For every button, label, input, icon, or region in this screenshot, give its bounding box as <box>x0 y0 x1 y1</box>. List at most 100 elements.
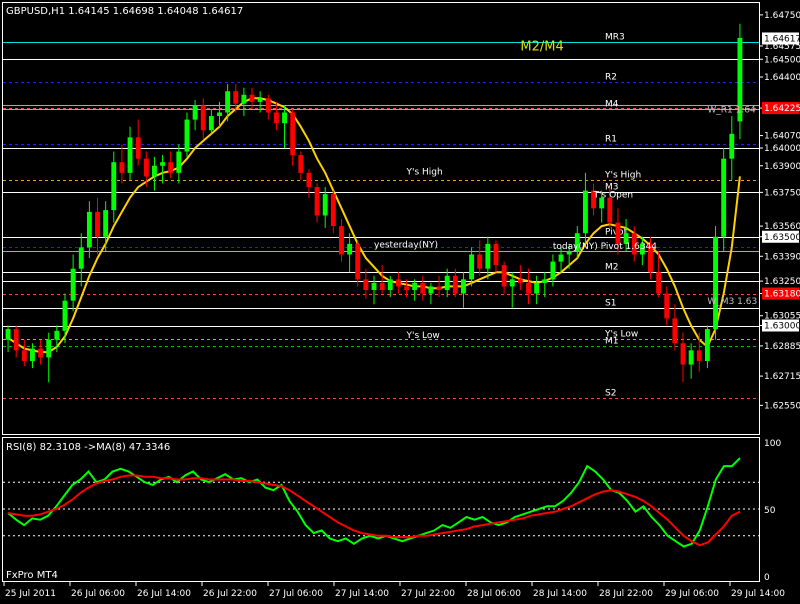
rsi-ma-line <box>7 474 741 547</box>
price-tick-label: 1.64070 <box>764 132 800 142</box>
price-highlight-label: 1.64225 <box>764 104 800 114</box>
price-tick-label: 1.63750 <box>764 188 800 198</box>
footer-label: FxPro MT4 <box>6 570 58 581</box>
candle-body <box>160 162 166 166</box>
candle-body <box>493 243 499 266</box>
candle-body <box>54 330 60 340</box>
annotation-label: today(NY) Pivot 1.6344 <box>553 242 657 252</box>
candle-body <box>339 226 344 255</box>
candle-body <box>615 222 621 244</box>
candle-body <box>314 187 320 216</box>
candle-body <box>127 137 133 173</box>
candle-body <box>70 268 76 301</box>
candle-body <box>103 210 109 237</box>
level-lines: MR3R2M4R1Y's HighM3PivotM2S1Y's LowM1S2 <box>3 33 759 399</box>
candle-body <box>436 286 442 290</box>
price-tick-label: 1.64400 <box>764 73 800 83</box>
candle-body <box>298 155 304 173</box>
candle-body <box>501 265 507 287</box>
candle-body <box>282 112 287 124</box>
candle-body <box>111 162 117 211</box>
candle-body <box>233 91 239 104</box>
level-label: MR3 <box>605 33 625 43</box>
candle-body <box>582 190 588 234</box>
candle-body <box>688 350 694 365</box>
price-highlight-label: 1.63000 <box>764 322 800 332</box>
candle-body <box>379 282 385 290</box>
annotation-label: T's Open <box>593 191 634 201</box>
ma-line <box>7 97 741 354</box>
level-label: Y's High <box>604 171 641 181</box>
price-tick-label: 1.62715 <box>764 372 800 382</box>
candle-body <box>225 91 231 113</box>
candle-body <box>664 293 670 319</box>
candle-body <box>371 282 377 290</box>
candle-body <box>217 112 222 117</box>
candle-body <box>192 105 198 120</box>
candle-body <box>5 329 11 340</box>
candle-body <box>273 112 279 124</box>
time-tick-label: 27 Jul 14:00 <box>335 589 389 599</box>
candle-body <box>347 243 353 255</box>
candle-body <box>208 116 214 131</box>
price-axis: 1.647501.645751.645001.644001.642251.640… <box>759 11 800 411</box>
price-tick-label: 1.64750 <box>764 11 800 21</box>
candle-body <box>428 286 434 294</box>
candle-body <box>119 162 125 173</box>
candle-body <box>21 350 27 361</box>
chart-root[interactable]: MR3R2M4R1Y's HighM3PivotM2S1Y's LowM1S2 … <box>0 0 800 600</box>
candle-body <box>363 279 369 290</box>
candle-body <box>404 286 409 290</box>
price-tick-label: 1.63560 <box>764 222 800 232</box>
candle-body <box>135 137 141 159</box>
chart-title: GBPUSD,H1 1.64145 1.64698 1.64048 1.6461… <box>6 6 243 17</box>
candle-body <box>265 98 271 113</box>
chart-svg: MR3R2M4R1Y's HighM3PivotM2S1Y's LowM1S2 … <box>2 2 800 599</box>
candle-body <box>168 162 174 173</box>
rsi-tick-label: 100 <box>764 439 781 449</box>
price-tick-label: 1.64000 <box>764 144 800 154</box>
candle-body <box>526 282 531 294</box>
candle-body <box>322 194 328 216</box>
annotation-label: W_M3 1.63 <box>707 297 757 307</box>
time-tick-label: 29 Jul 14:00 <box>731 589 785 599</box>
rsi-title: RSI(8) 82.3108 ->MA(8) 47.3346 <box>6 442 170 453</box>
candle-body <box>355 243 361 280</box>
candle-body <box>607 197 613 223</box>
annotation-label: yesterday(NY) <box>374 240 438 250</box>
level-label: M1 <box>605 337 619 347</box>
level-label: M2 <box>605 263 619 273</box>
candle-body <box>713 236 718 330</box>
candle-body <box>200 105 206 131</box>
candle-body <box>534 282 540 294</box>
candle-body <box>729 133 735 159</box>
candle-body <box>542 279 548 283</box>
time-tick-label: 25 Jul 2011 <box>5 589 56 599</box>
price-tick-label: 1.62550 <box>764 401 800 411</box>
candle-body <box>444 275 450 290</box>
candle-body <box>387 279 393 290</box>
level-label: R2 <box>605 73 617 83</box>
price-tick-label: 1.63390 <box>764 252 800 262</box>
time-tick-label: 27 Jul 22:00 <box>401 589 455 599</box>
price-frame <box>2 2 760 435</box>
annotation-label: Y's High <box>406 168 443 178</box>
candle-body <box>290 112 296 156</box>
candle-body <box>412 282 418 290</box>
candle-body <box>469 254 475 280</box>
time-tick-label: 27 Jul 06:00 <box>269 589 323 599</box>
candle-body <box>704 329 710 361</box>
rsi-tick-label: 50 <box>764 506 776 516</box>
rsi-line <box>7 457 741 548</box>
price-tick-label: 1.63250 <box>764 277 800 287</box>
candle-body <box>184 119 190 152</box>
rsi-tick-label: 0 <box>764 573 770 583</box>
candle-body <box>30 348 35 361</box>
time-tick-label: 29 Jul 06:00 <box>665 589 719 599</box>
level-label: S2 <box>605 389 616 399</box>
candle-body <box>176 151 182 173</box>
candle-body <box>550 261 556 280</box>
price-tick-label: 1.62885 <box>764 342 800 352</box>
time-tick-label: 28 Jul 14:00 <box>533 589 587 599</box>
annotations: M2/M4 Y's High T's Open yesterday(NY) today(… <box>374 39 757 341</box>
